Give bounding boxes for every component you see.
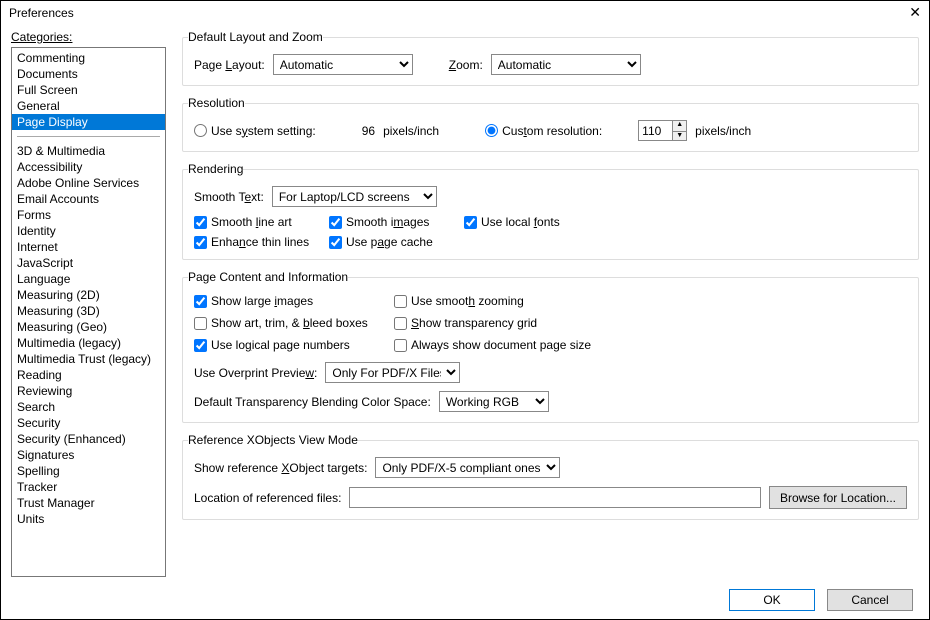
custom-resolution-radio[interactable] <box>485 124 498 137</box>
show-transparency-grid-label: Show transparency grid <box>411 316 537 330</box>
smooth-line-art-label: Smooth line art <box>211 215 292 229</box>
system-dpi-value: 96 <box>362 124 375 138</box>
legend-resolution: Resolution <box>188 96 245 110</box>
category-item[interactable]: Email Accounts <box>12 191 165 207</box>
close-icon[interactable]: ✕ <box>909 4 921 21</box>
category-item[interactable]: Forms <box>12 207 165 223</box>
category-item[interactable]: Reviewing <box>12 383 165 399</box>
location-input[interactable] <box>349 487 761 508</box>
category-item[interactable]: Measuring (3D) <box>12 303 165 319</box>
always-show-doc-size-checkbox[interactable] <box>394 339 407 352</box>
show-transparency-grid-checkbox[interactable] <box>394 317 407 330</box>
category-item[interactable]: Units <box>12 511 165 527</box>
location-label: Location of referenced files: <box>194 491 341 505</box>
custom-dpi-units: pixels/inch <box>695 124 751 138</box>
category-item[interactable]: Trust Manager <box>12 495 165 511</box>
group-rendering: Rendering Smooth Text: For Laptop/LCD sc… <box>182 162 919 260</box>
browse-location-button[interactable]: Browse for Location... <box>769 486 907 509</box>
custom-dpi-input[interactable] <box>638 120 672 141</box>
legend-rendering: Rendering <box>188 162 243 176</box>
use-system-label: Use system setting: <box>211 124 316 138</box>
use-system-radio[interactable] <box>194 124 207 137</box>
group-resolution: Resolution Use system setting: 96 pixels… <box>182 96 919 152</box>
cancel-button[interactable]: Cancel <box>827 589 913 611</box>
use-smooth-zooming-label: Use smooth zooming <box>411 294 524 308</box>
enhance-thin-lines-label: Enhance thin lines <box>211 235 309 249</box>
category-item[interactable]: Measuring (2D) <box>12 287 165 303</box>
category-item[interactable]: Adobe Online Services <box>12 175 165 191</box>
smooth-line-art-checkbox[interactable] <box>194 216 207 229</box>
xobject-targets-select[interactable]: Only PDF/X-5 compliant ones <box>375 457 560 478</box>
zoom-label: Zoom: <box>449 58 483 72</box>
use-logical-page-checkbox[interactable] <box>194 339 207 352</box>
smooth-images-label: Smooth images <box>346 215 429 229</box>
category-item[interactable]: Multimedia Trust (legacy) <box>12 351 165 367</box>
category-item[interactable]: Tracker <box>12 479 165 495</box>
category-item[interactable]: Accessibility <box>12 159 165 175</box>
overprint-label: Use Overprint Preview: <box>194 366 317 380</box>
smooth-text-label: Smooth Text: <box>194 190 264 204</box>
group-page-content: Page Content and Information Show large … <box>182 270 919 423</box>
category-item[interactable]: Security (Enhanced) <box>12 431 165 447</box>
category-item[interactable]: Signatures <box>12 447 165 463</box>
zoom-select[interactable]: Automatic <box>491 54 641 75</box>
blending-space-select[interactable]: Working RGB <box>439 391 549 412</box>
category-item[interactable]: Reading <box>12 367 165 383</box>
use-logical-page-label: Use logical page numbers <box>211 338 350 352</box>
show-large-images-checkbox[interactable] <box>194 295 207 308</box>
category-item[interactable]: JavaScript <box>12 255 165 271</box>
category-item[interactable]: Measuring (Geo) <box>12 319 165 335</box>
categories-label: Categories: <box>11 30 166 44</box>
category-separator <box>17 136 160 137</box>
xobject-targets-label: Show reference XObject targets: <box>194 461 367 475</box>
category-item[interactable]: Full Screen <box>12 82 165 98</box>
categories-list[interactable]: CommentingDocumentsFull ScreenGeneralPag… <box>11 47 166 577</box>
blending-space-label: Default Transparency Blending Color Spac… <box>194 395 431 409</box>
custom-resolution-label: Custom resolution: <box>502 124 602 138</box>
custom-dpi-spinner[interactable]: ▲▼ <box>638 120 687 141</box>
category-item[interactable]: Internet <box>12 239 165 255</box>
group-default-layout: Default Layout and Zoom Page Layout: Aut… <box>182 30 919 86</box>
overprint-select[interactable]: Only For PDF/X Files <box>325 362 460 383</box>
window-title: Preferences <box>9 6 74 20</box>
always-show-doc-size-label: Always show document page size <box>411 338 591 352</box>
category-item[interactable]: General <box>12 98 165 114</box>
page-layout-select[interactable]: Automatic <box>273 54 413 75</box>
page-layout-label: Page Layout: <box>194 58 265 72</box>
enhance-thin-lines-checkbox[interactable] <box>194 236 207 249</box>
legend-xobjects: Reference XObjects View Mode <box>188 433 358 447</box>
category-item[interactable]: Security <box>12 415 165 431</box>
category-item[interactable]: 3D & Multimedia <box>12 143 165 159</box>
use-local-fonts-checkbox[interactable] <box>464 216 477 229</box>
category-item[interactable]: Identity <box>12 223 165 239</box>
use-page-cache-checkbox[interactable] <box>329 236 342 249</box>
category-item[interactable]: Search <box>12 399 165 415</box>
system-dpi-units: pixels/inch <box>383 124 439 138</box>
legend-page-content: Page Content and Information <box>188 270 348 284</box>
show-art-trim-checkbox[interactable] <box>194 317 207 330</box>
category-item[interactable]: Commenting <box>12 50 165 66</box>
use-page-cache-label: Use page cache <box>346 235 433 249</box>
use-smooth-zooming-checkbox[interactable] <box>394 295 407 308</box>
group-xobjects: Reference XObjects View Mode Show refere… <box>182 433 919 520</box>
smooth-images-checkbox[interactable] <box>329 216 342 229</box>
category-item[interactable]: Spelling <box>12 463 165 479</box>
category-item[interactable]: Documents <box>12 66 165 82</box>
smooth-text-select[interactable]: For Laptop/LCD screens <box>272 186 437 207</box>
spin-up-icon[interactable]: ▲ <box>672 120 687 131</box>
category-item[interactable]: Multimedia (legacy) <box>12 335 165 351</box>
use-local-fonts-label: Use local fonts <box>481 215 560 229</box>
show-large-images-label: Show large images <box>211 294 313 308</box>
ok-button[interactable]: OK <box>729 589 815 611</box>
spin-down-icon[interactable]: ▼ <box>672 131 687 142</box>
legend-default-layout: Default Layout and Zoom <box>188 30 323 44</box>
category-item[interactable]: Language <box>12 271 165 287</box>
show-art-trim-label: Show art, trim, & bleed boxes <box>211 316 368 330</box>
category-item[interactable]: Page Display <box>12 114 165 130</box>
